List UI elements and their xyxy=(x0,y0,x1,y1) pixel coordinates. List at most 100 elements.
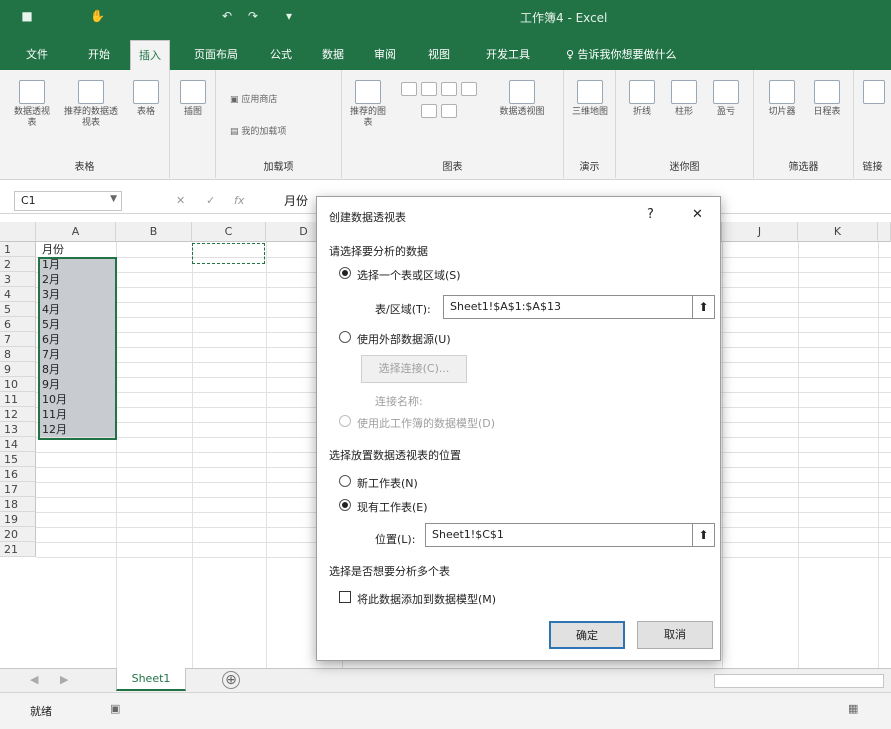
collapse-dialog-icon[interactable]: ⬆ xyxy=(692,524,714,546)
collapse-dialog-icon[interactable]: ⬆ xyxy=(692,296,714,318)
cell-a8[interactable]: 7月 xyxy=(38,347,116,362)
pivot-chart-button[interactable]: 数据透视图 xyxy=(490,80,554,118)
recommended-pivot-button[interactable]: 推荐的数据透视表 xyxy=(62,80,120,129)
chart-type-icons[interactable] xyxy=(394,80,484,140)
row-header[interactable]: 3 xyxy=(0,272,36,287)
row-header[interactable]: 4 xyxy=(0,287,36,302)
tab-data[interactable]: 数据 xyxy=(322,46,344,62)
col-header-k[interactable]: K xyxy=(798,222,878,242)
normal-view-icon[interactable]: ▦ xyxy=(848,702,858,715)
radio-new-worksheet-label[interactable]: 新工作表(N) xyxy=(357,475,418,491)
map3d-button[interactable]: 三维地图 xyxy=(572,80,608,118)
radio-new-worksheet[interactable] xyxy=(339,475,351,487)
row-header[interactable]: 1 xyxy=(0,242,36,257)
tab-review[interactable]: 审阅 xyxy=(374,46,396,62)
scroll-left-icon[interactable]: ◀ xyxy=(30,673,38,686)
slicer-button[interactable]: 切片器 xyxy=(762,80,802,118)
row-header[interactable]: 2 xyxy=(0,257,36,272)
location-input[interactable]: Sheet1!$C$1 ⬆ xyxy=(425,523,715,547)
row-header[interactable]: 7 xyxy=(0,332,36,347)
close-icon[interactable]: ✕ xyxy=(692,207,703,222)
radio-select-range-label[interactable]: 选择一个表或区域(S) xyxy=(357,267,461,283)
row-header[interactable]: 20 xyxy=(0,527,36,542)
sparkline-column-button[interactable]: 柱形 xyxy=(666,80,702,118)
touch-mode-icon[interactable]: ✋ xyxy=(90,9,105,23)
row-header[interactable]: 9 xyxy=(0,362,36,377)
table-button[interactable]: 表格 xyxy=(128,80,164,118)
col-header-a[interactable]: A xyxy=(36,222,116,242)
col-header-j[interactable]: J xyxy=(722,222,798,242)
row-header[interactable]: 18 xyxy=(0,497,36,512)
radio-external-source-label[interactable]: 使用外部数据源(U) xyxy=(357,331,451,347)
row-header[interactable]: 12 xyxy=(0,407,36,422)
cell-a4[interactable]: 3月 xyxy=(38,287,116,302)
tab-page-layout[interactable]: 页面布局 xyxy=(194,46,238,62)
function-icon[interactable]: fx xyxy=(234,194,244,207)
row-header[interactable]: 19 xyxy=(0,512,36,527)
add-to-data-model-label[interactable]: 将此数据添加到数据模型(M) xyxy=(357,591,496,607)
radio-data-model-label[interactable]: 使用此工作簿的数据模型(D) xyxy=(357,415,495,431)
cell-a12[interactable]: 11月 xyxy=(38,407,116,422)
row-header[interactable]: 13 xyxy=(0,422,36,437)
row-header[interactable]: 8 xyxy=(0,347,36,362)
add-sheet-icon[interactable]: ⊕ xyxy=(222,671,240,689)
save-icon[interactable]: ■ xyxy=(20,9,34,23)
cancel-icon[interactable]: ✕ xyxy=(176,194,185,207)
redo-icon[interactable]: ↷ xyxy=(246,9,260,23)
tab-developer[interactable]: 开发工具 xyxy=(486,46,530,62)
col-header-l[interactable] xyxy=(878,222,891,242)
row-header[interactable]: 11 xyxy=(0,392,36,407)
illustrations-button[interactable]: 插图 xyxy=(178,80,208,118)
my-addins-button[interactable]: ▤ 我的加载项 xyxy=(230,124,286,137)
row-header[interactable]: 16 xyxy=(0,467,36,482)
enter-icon[interactable]: ✓ xyxy=(206,194,215,207)
tab-formulas[interactable]: 公式 xyxy=(270,46,292,62)
pivot-table-button[interactable]: 数据透视表 xyxy=(12,80,52,129)
scroll-right-icon[interactable]: ▶ xyxy=(60,673,68,686)
macro-record-icon[interactable]: ▣ xyxy=(110,702,120,715)
radio-data-model[interactable] xyxy=(339,415,351,427)
chevron-down-icon[interactable]: ▼ xyxy=(110,194,117,204)
link-button[interactable] xyxy=(860,80,888,107)
select-all-corner[interactable] xyxy=(0,222,36,242)
row-header[interactable]: 10 xyxy=(0,377,36,392)
radio-existing-worksheet[interactable] xyxy=(339,499,351,511)
tab-home[interactable]: 开始 xyxy=(88,46,110,62)
formula-input[interactable]: 月份 xyxy=(284,192,308,209)
cell-a2[interactable]: 1月 xyxy=(38,257,116,272)
tab-view[interactable]: 视图 xyxy=(428,46,450,62)
customize-icon[interactable]: ▾ xyxy=(282,9,296,23)
radio-existing-worksheet-label[interactable]: 现有工作表(E) xyxy=(357,499,428,515)
ok-button[interactable]: 确定 xyxy=(549,621,625,649)
recommended-charts-button[interactable]: 推荐的图表 xyxy=(348,80,388,129)
row-header[interactable]: 17 xyxy=(0,482,36,497)
add-to-data-model-checkbox[interactable] xyxy=(339,591,351,603)
sheet-tab-sheet1[interactable]: Sheet1 xyxy=(116,668,186,691)
col-header-b[interactable]: B xyxy=(116,222,192,242)
cell-a13[interactable]: 12月 xyxy=(38,422,116,437)
horizontal-scrollbar[interactable] xyxy=(714,674,884,688)
cell-a7[interactable]: 6月 xyxy=(38,332,116,347)
row-header[interactable]: 5 xyxy=(0,302,36,317)
undo-icon[interactable]: ↶ xyxy=(220,9,234,23)
radio-external-source[interactable] xyxy=(339,331,351,343)
row-header[interactable]: 21 xyxy=(0,542,36,557)
sparkline-line-button[interactable]: 折线 xyxy=(624,80,660,118)
cell-a3[interactable]: 2月 xyxy=(38,272,116,287)
row-header[interactable]: 15 xyxy=(0,452,36,467)
tell-me-search[interactable]: ♀ 告诉我你想要做什么 xyxy=(566,46,677,62)
cell-a11[interactable]: 10月 xyxy=(38,392,116,407)
help-icon[interactable]: ? xyxy=(647,207,654,222)
store-button[interactable]: ▣ 应用商店 xyxy=(230,92,277,105)
radio-select-range[interactable] xyxy=(339,267,351,279)
row-header[interactable]: 14 xyxy=(0,437,36,452)
cell-a10[interactable]: 9月 xyxy=(38,377,116,392)
cell-a1[interactable]: 月份 xyxy=(38,242,116,257)
choose-connection-button[interactable]: 选择连接(C)... xyxy=(361,355,467,383)
range-input[interactable]: Sheet1!$A$1:$A$13 ⬆ xyxy=(443,295,715,319)
cell-a5[interactable]: 4月 xyxy=(38,302,116,317)
col-header-c[interactable]: C xyxy=(192,222,266,242)
cell-a9[interactable]: 8月 xyxy=(38,362,116,377)
sparkline-winloss-button[interactable]: 盈亏 xyxy=(708,80,744,118)
timeline-button[interactable]: 日程表 xyxy=(806,80,848,118)
